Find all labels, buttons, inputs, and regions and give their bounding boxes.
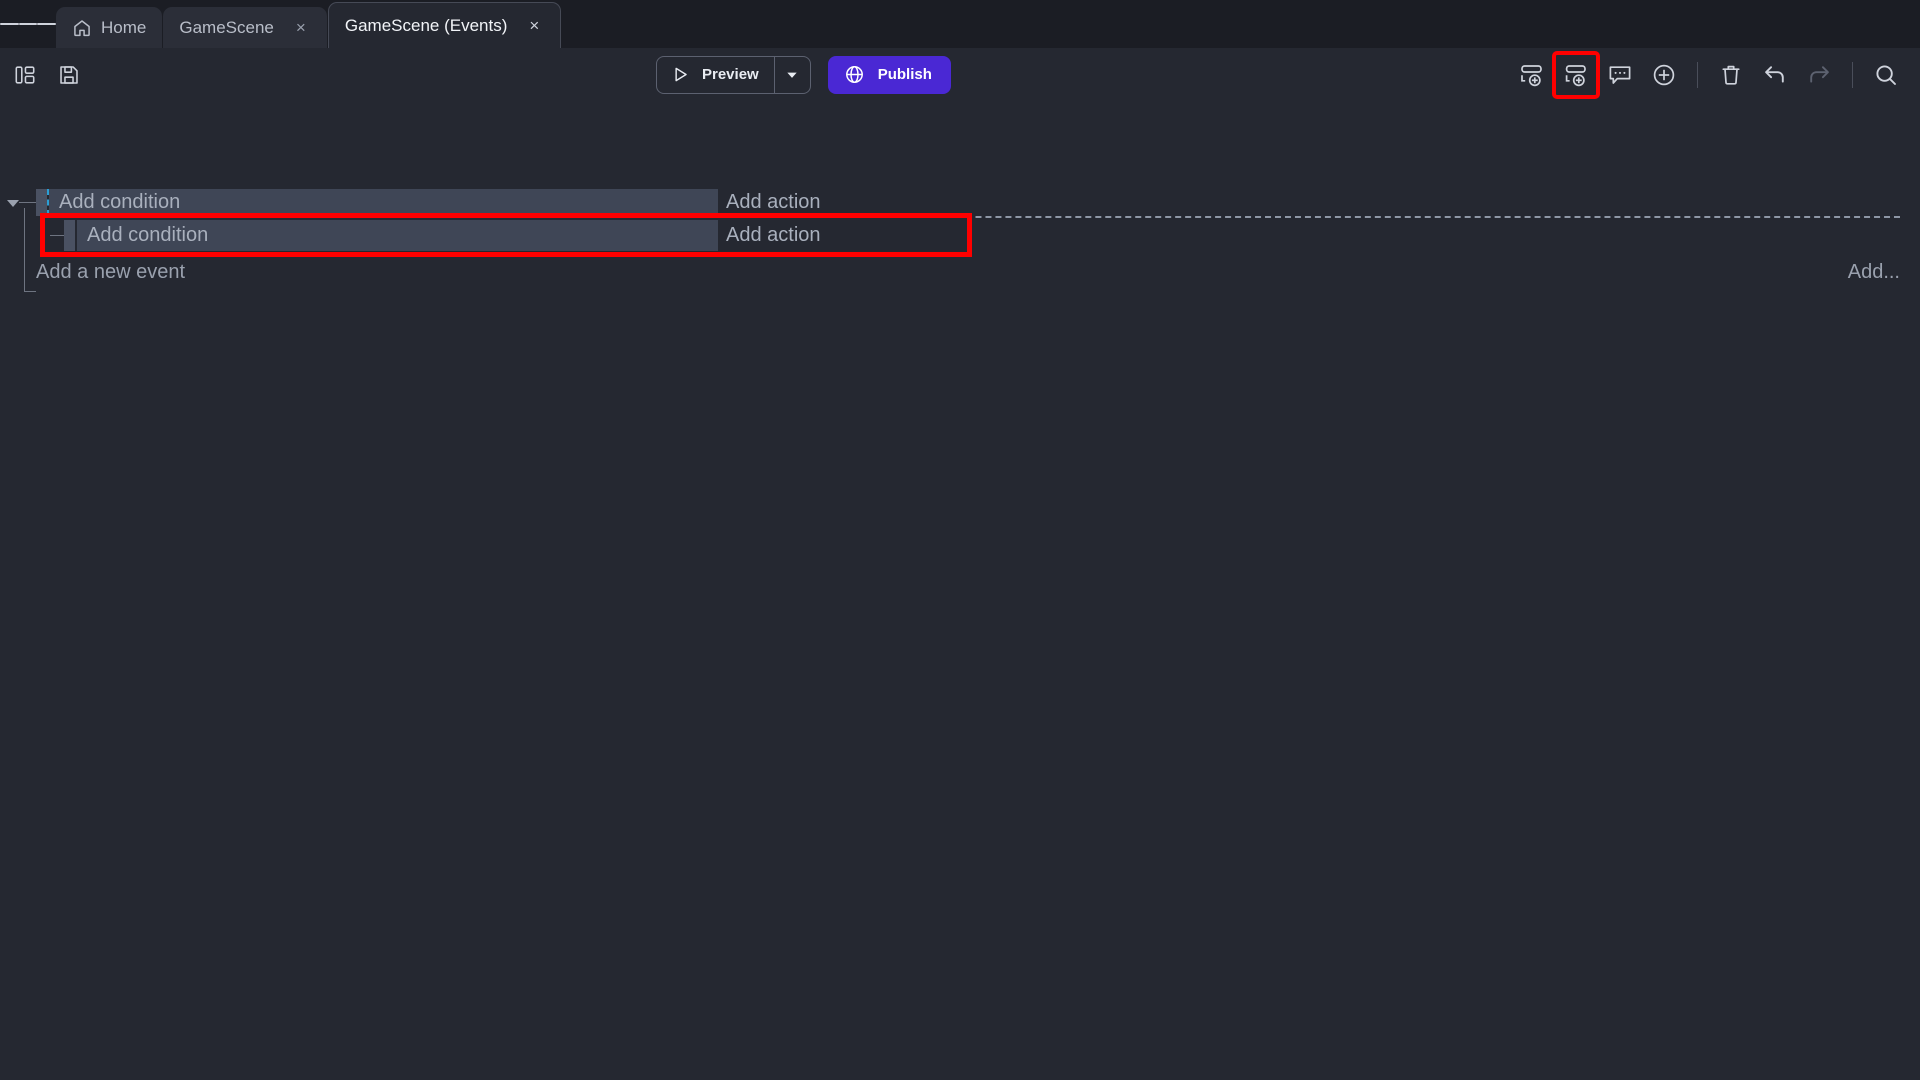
preview-label: Preview (702, 66, 759, 83)
tab-close-icon[interactable]: × (524, 16, 544, 36)
hamburger-bar (18, 23, 38, 25)
preview-button[interactable]: Preview (657, 57, 774, 93)
hamburger-bar (37, 23, 57, 25)
event-row[interactable]: Add condition Add action (0, 189, 1920, 216)
publish-label: Publish (877, 66, 932, 83)
add-action-cell[interactable]: Add action (718, 220, 1920, 251)
tree-line-horizontal (24, 291, 36, 292)
toolbar-right-group (1512, 50, 1906, 99)
add-action-label: Add action (726, 224, 821, 246)
tab-label: GameScene (Events) (344, 15, 508, 35)
add-comment-icon[interactable] (1600, 55, 1640, 95)
event-drag-handle[interactable] (64, 220, 75, 251)
add-new-event-row[interactable]: Add a new event (36, 261, 185, 284)
add-more-button[interactable]: Add... (1848, 261, 1900, 284)
editor-toolbar: Preview Publish (0, 48, 1920, 101)
add-action-label: Add action (726, 191, 821, 213)
tab-close-icon[interactable]: × (291, 18, 311, 38)
sub-event-top-separator (47, 216, 1900, 218)
preview-button-group: Preview (656, 55, 811, 94)
hamburger-menu-icon[interactable] (0, 0, 57, 48)
preview-dropdown-button[interactable] (775, 57, 810, 93)
toolbar-divider (1852, 61, 1853, 88)
add-new-event-label: Add a new event (36, 261, 185, 283)
save-icon[interactable] (54, 60, 84, 90)
toolbar-center-group: Preview Publish (656, 48, 951, 101)
events-sheet: Add condition Add action Add condition A… (0, 101, 1920, 1080)
tab-label: Home (101, 17, 147, 37)
home-icon (74, 19, 90, 36)
add-circle-icon[interactable] (1644, 55, 1684, 95)
tab-bar: Home GameScene × GameScene (Events) × (0, 0, 1920, 48)
tree-line-horizontal (50, 235, 64, 236)
add-action-cell[interactable]: Add action (718, 189, 1920, 216)
event-drag-handle[interactable] (36, 189, 47, 216)
add-condition-cell[interactable]: Add condition (49, 189, 718, 216)
open-editors-panel-icon[interactable] (10, 60, 40, 90)
add-condition-label: Add condition (87, 224, 209, 246)
redo-icon (1799, 55, 1839, 95)
toolbar-left-group (10, 60, 84, 90)
undo-icon[interactable] (1755, 55, 1795, 95)
add-event-icon[interactable] (1512, 55, 1552, 95)
delete-icon[interactable] (1711, 55, 1751, 95)
toolbar-divider (1697, 61, 1698, 88)
add-condition-label: Add condition (59, 191, 181, 213)
hamburger-bar (0, 23, 19, 25)
publish-button[interactable]: Publish (827, 55, 951, 94)
chevron-down-icon (787, 72, 797, 78)
add-sub-event-icon[interactable] (1552, 50, 1600, 99)
tab-gamescene-events[interactable]: GameScene (Events) × (327, 2, 562, 48)
globe-icon (845, 66, 863, 83)
add-more-label: Add... (1847, 261, 1900, 283)
tab-home[interactable]: Home (56, 7, 163, 48)
search-icon[interactable] (1866, 55, 1906, 95)
sub-event-row[interactable]: Add condition Add action (0, 220, 1920, 251)
tab-gamescene[interactable]: GameScene × (163, 7, 327, 48)
play-icon (675, 67, 687, 82)
add-condition-cell[interactable]: Add condition (77, 220, 718, 251)
tab-label: GameScene (179, 17, 274, 37)
